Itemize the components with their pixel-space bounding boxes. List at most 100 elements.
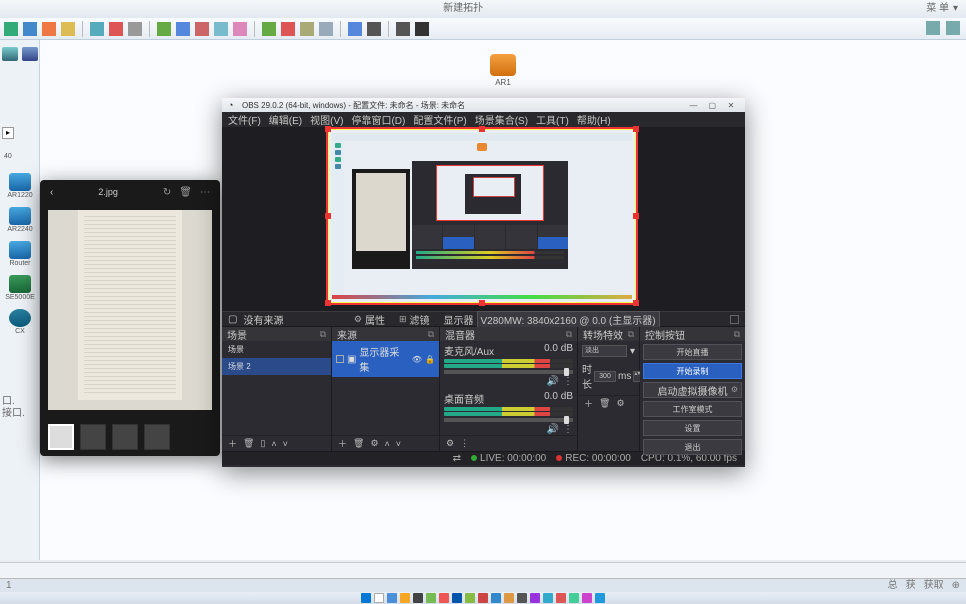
- taskbar-app-icon[interactable]: [543, 593, 553, 603]
- taskbar-app-icon[interactable]: [491, 593, 501, 603]
- taskbar-app-icon[interactable]: [517, 593, 527, 603]
- transition-dropdown[interactable]: 淡出: [582, 345, 627, 357]
- image-display-area[interactable]: [48, 210, 212, 410]
- source-props-icon[interactable]: ⚙: [370, 438, 378, 449]
- source-visibility-checkbox[interactable]: [336, 355, 344, 363]
- search-icon[interactable]: [374, 593, 384, 603]
- popout-icon[interactable]: ⧉: [428, 329, 434, 340]
- image-viewer-header[interactable]: ‹ 2.jpg ↻ 🗑 ⋯: [40, 180, 220, 204]
- menu-help[interactable]: 帮助(H): [577, 112, 611, 127]
- resize-handle[interactable]: [479, 126, 485, 132]
- tool-start-icon[interactable]: [262, 22, 276, 36]
- menu-edit[interactable]: 编辑(E): [269, 112, 302, 127]
- source-item[interactable]: ▣ 显示器采集 👁 🔒: [332, 341, 439, 377]
- taskbar-app-icon[interactable]: [478, 593, 488, 603]
- sources-header[interactable]: 来源⧉: [332, 327, 439, 341]
- toolbar-right-icon[interactable]: [946, 21, 960, 35]
- start-button-icon[interactable]: [361, 593, 371, 603]
- tool-open-icon[interactable]: [23, 22, 37, 36]
- remove-transition-icon[interactable]: 🗑: [599, 398, 610, 409]
- add-transition-icon[interactable]: ＋: [584, 397, 593, 410]
- scene-up-icon[interactable]: ˄: [271, 439, 276, 449]
- tool-stop-icon[interactable]: [281, 22, 295, 36]
- taskbar-app-icon[interactable]: [530, 593, 540, 603]
- minimize-button[interactable]: —: [685, 101, 701, 110]
- remove-source-icon[interactable]: 🗑: [353, 438, 364, 449]
- windows-taskbar[interactable]: [0, 592, 966, 604]
- more-icon[interactable]: ⋯: [200, 187, 210, 198]
- tool-capture-icon[interactable]: [300, 22, 314, 36]
- taskbar-app-icon[interactable]: [582, 593, 592, 603]
- resize-handle[interactable]: [479, 300, 485, 306]
- properties-button[interactable]: ⚙属性: [350, 312, 389, 327]
- thumbnail[interactable]: [48, 424, 74, 450]
- taskbar-app-icon[interactable]: [387, 593, 397, 603]
- resize-handle[interactable]: [633, 300, 639, 306]
- mixer-menu-icon[interactable]: ⋮: [460, 438, 469, 449]
- add-source-icon[interactable]: ＋: [338, 437, 347, 450]
- taskbar-app-icon[interactable]: [452, 593, 462, 603]
- scene-item[interactable]: 场景: [222, 341, 331, 358]
- router-node[interactable]: AR1: [490, 54, 516, 87]
- tool-zoomin-icon[interactable]: [157, 22, 171, 36]
- menu-dock[interactable]: 停靠窗口(D): [351, 112, 405, 127]
- slider-thumb[interactable]: [564, 368, 569, 376]
- controls-header[interactable]: 控制按钮⧉: [640, 327, 745, 341]
- resize-handle[interactable]: [325, 213, 331, 219]
- duration-input[interactable]: [594, 371, 616, 382]
- filters-button[interactable]: ⊞滤镜: [395, 312, 434, 327]
- tool-fwd-icon[interactable]: [233, 22, 247, 36]
- image-viewer-window[interactable]: ‹ 2.jpg ↻ 🗑 ⋯: [40, 180, 220, 456]
- device-item[interactable]: SE5000E: [0, 275, 40, 301]
- device-item[interactable]: Router: [0, 241, 40, 267]
- tool-save-icon[interactable]: [42, 22, 56, 36]
- close-button[interactable]: ✕: [723, 101, 739, 110]
- tool-zoomout-icon[interactable]: [176, 22, 190, 36]
- resize-handle[interactable]: [325, 126, 331, 132]
- menu-chevron-icon[interactable]: ▾: [953, 0, 958, 18]
- maximize-button[interactable]: ▢: [704, 101, 720, 110]
- scenes-header[interactable]: 场景⧉: [222, 327, 331, 341]
- device-item[interactable]: AR2240: [0, 207, 40, 233]
- tool-new-icon[interactable]: [4, 22, 18, 36]
- taskbar-app-icon[interactable]: [413, 593, 423, 603]
- toolbar-right-icon[interactable]: [926, 21, 940, 35]
- source-down-icon[interactable]: ˅: [396, 439, 401, 449]
- exit-button[interactable]: 退出: [643, 439, 742, 455]
- resize-handle[interactable]: [633, 213, 639, 219]
- start-streaming-button[interactable]: 开始直播: [643, 344, 742, 360]
- volume-slider[interactable]: [444, 370, 573, 374]
- start-recording-button[interactable]: 开始录制: [643, 363, 742, 379]
- scene-down-icon[interactable]: ˅: [283, 439, 288, 449]
- transitions-header[interactable]: 转场特效⧉: [578, 327, 639, 341]
- obs-preview[interactable]: [222, 127, 745, 311]
- source-up-icon[interactable]: ˄: [385, 439, 390, 449]
- tool-palette-icon[interactable]: [348, 22, 362, 36]
- taskbar-app-icon[interactable]: [556, 593, 566, 603]
- taskbar-app-icon[interactable]: [439, 593, 449, 603]
- track-menu-icon[interactable]: ⋮: [563, 376, 573, 387]
- router-category-icon[interactable]: [2, 47, 18, 61]
- tool-layer-icon[interactable]: [367, 22, 381, 36]
- menu-view[interactable]: 视图(V): [310, 112, 343, 127]
- tool-saveas-icon[interactable]: [61, 22, 75, 36]
- resize-handle[interactable]: [325, 300, 331, 306]
- rotate-icon[interactable]: ↻: [163, 187, 171, 198]
- menu-file[interactable]: 文件(F): [228, 112, 261, 127]
- tool-text-icon[interactable]: [415, 22, 429, 36]
- tool-print-icon[interactable]: [90, 22, 104, 36]
- canvas-hscroll[interactable]: [0, 562, 966, 578]
- popout-icon[interactable]: ⧉: [628, 329, 634, 340]
- virtual-camera-button[interactable]: 启动虚拟摄像机⚙: [643, 382, 742, 398]
- tool-undo-icon[interactable]: [109, 22, 123, 36]
- popout-icon[interactable]: ⧉: [320, 329, 326, 340]
- menu-button[interactable]: 菜 单: [926, 0, 949, 18]
- settings-button[interactable]: 设置: [643, 420, 742, 436]
- scene-filter-icon[interactable]: ▯: [260, 438, 265, 449]
- expand-button[interactable]: ▸: [2, 127, 14, 139]
- display-selector[interactable]: 显示器 V280MW: 3840x2160 @ 0.0 (主显示器): [440, 311, 664, 328]
- popout-icon[interactable]: ⧉: [734, 329, 740, 340]
- studio-mode-button[interactable]: 工作室模式: [643, 401, 742, 417]
- track-menu-icon[interactable]: ⋮: [563, 424, 573, 435]
- tool-cli-icon[interactable]: [396, 22, 410, 36]
